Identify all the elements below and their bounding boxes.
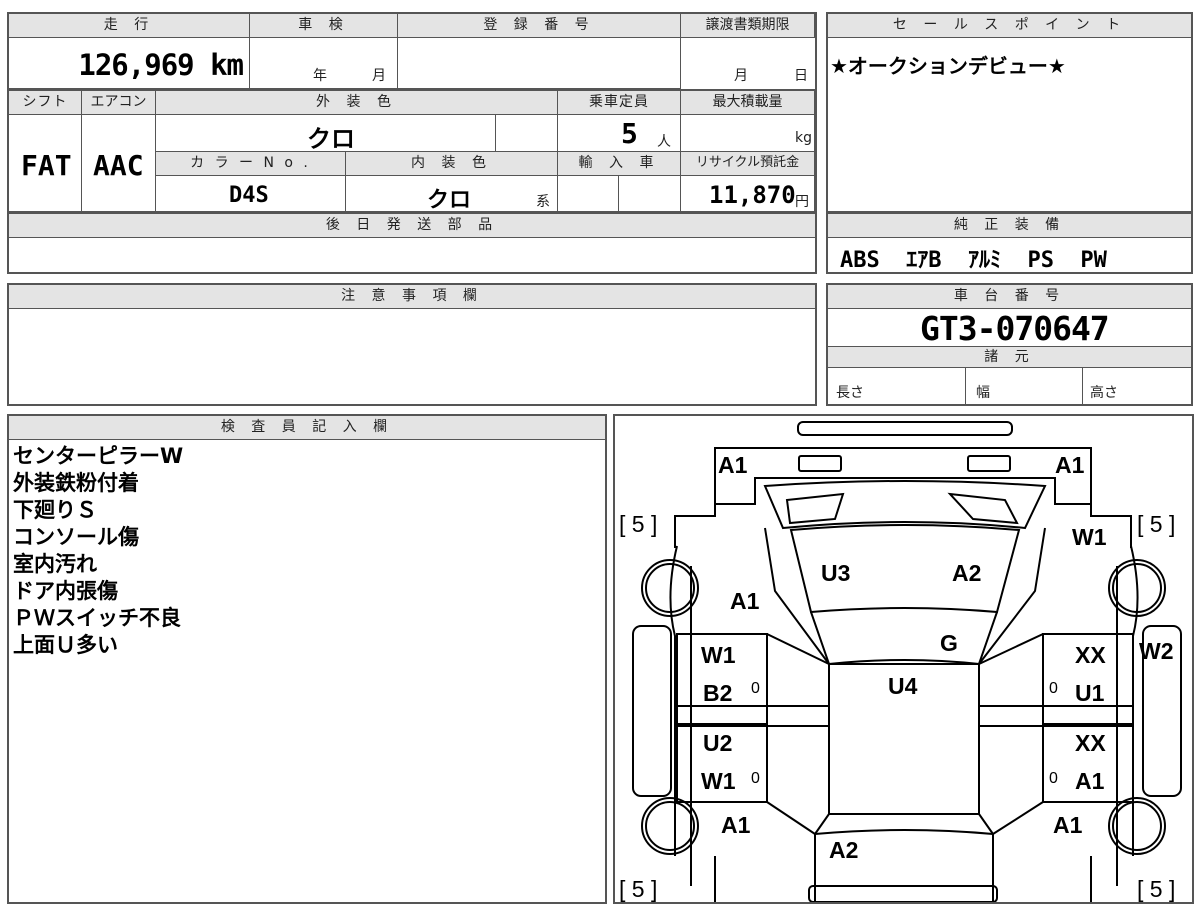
aircon-value: AAC: [93, 149, 144, 182]
aircon-header: エアコン: [82, 91, 156, 115]
mileage-value: 126,969 km: [78, 48, 244, 82]
sales-point-box: セ ー ル ス ポ イ ン ト ★オークションデビュー★: [826, 12, 1193, 213]
vehicle-info-details: シフト エアコン 外 装 色 乗車定員 最大積載量 FAT AAC クロ 5 人…: [7, 89, 817, 214]
damage-mark-left-front-fender: A1: [730, 588, 760, 614]
tire-depth-rear-left: [ 5 ]: [619, 876, 658, 902]
import-cell-a: [558, 176, 619, 212]
later-parts-box: 後 日 発 送 部 品: [7, 212, 817, 274]
inspector-box: 検 査 員 記 入 欄 センターピラーW 外装鉄粉付着 下廻りＳ コンソール傷 …: [7, 414, 607, 904]
color-no-value: D4S: [229, 183, 269, 208]
sales-point-value: ★オークションデビュー★: [830, 54, 1066, 78]
exterior-color-extra-cell: [496, 115, 558, 152]
recycle-unit: 円: [795, 194, 809, 210]
equipment-header: 純 正 装 備: [828, 214, 1191, 238]
deadline-month-unit: 月: [734, 68, 748, 84]
mileage-header: 走 行: [9, 14, 250, 38]
shaken-month-unit: 月: [372, 68, 386, 84]
import-cell-b: [619, 176, 681, 212]
tire-depth-front-right: [ 5 ]: [1137, 511, 1176, 537]
tire-depth-front-left: [ 5 ]: [619, 511, 658, 537]
capacity-unit: 人: [657, 134, 671, 150]
recycle-value: 11,870: [709, 181, 796, 209]
damage-mark-roof: U4: [888, 673, 918, 699]
damage-mark-right-front-door: U1: [1075, 680, 1105, 706]
door-small-mark: 0: [1049, 770, 1058, 787]
spec-width-label: 幅: [976, 385, 990, 401]
damage-mark-left-rear-door: U2: [703, 730, 733, 756]
inspector-note: ＰＷスイッチ不良: [13, 606, 181, 630]
shift-value: FAT: [21, 149, 72, 182]
specs-header: 諸 元: [828, 346, 1191, 368]
inspector-note: 室内汚れ: [13, 552, 97, 576]
capacity-value: 5: [621, 117, 638, 150]
inspector-note: 上面Ｕ多い: [13, 633, 118, 657]
damage-mark-front-left: A1: [718, 452, 748, 478]
shaken-header: 車 検: [250, 14, 398, 38]
inspector-note: 外装鉄粉付着: [13, 471, 139, 495]
damage-mark-left-rear-door: W1: [701, 768, 736, 794]
max-load-unit: kg: [795, 130, 812, 146]
registration-header: 登 録 番 号: [398, 14, 681, 38]
damage-mark-hood-left: U3: [821, 560, 851, 586]
chassis-value: GT3-070647: [920, 309, 1110, 348]
vehicle-info-top: 走 行 車 検 登 録 番 号 譲渡書類期限 126,969 km 年 月 月 …: [7, 12, 817, 91]
interior-color-value: クロ: [427, 188, 472, 213]
damage-mark-right-front-door: XX: [1075, 642, 1106, 668]
damage-mark-right-side: W2: [1139, 638, 1174, 664]
capacity-header: 乗車定員: [558, 91, 681, 115]
equipment-box: 純 正 装 備 ABS ｴｱB ｱﾙﾐ PS PW: [826, 212, 1193, 274]
door-small-mark: 0: [751, 680, 760, 697]
import-header: 輸 入 車: [558, 152, 681, 176]
notes-box: 注 意 事 項 欄: [7, 283, 817, 406]
door-small-mark: 0: [1049, 680, 1058, 697]
transfer-deadline-header: 譲渡書類期限: [681, 14, 815, 38]
damage-mark-rear: A2: [829, 837, 859, 863]
shift-header: シフト: [9, 91, 82, 115]
interior-color-header: 内 装 色: [346, 152, 558, 176]
inspector-header: 検 査 員 記 入 欄: [9, 416, 605, 440]
equipment-value: ABS ｴｱB ｱﾙﾐ PS PW: [840, 248, 1107, 273]
inspector-note: 下廻りＳ: [13, 498, 97, 522]
damage-mark-hood-right: A2: [952, 560, 982, 586]
damage-mark-right-rear-door: A1: [1075, 768, 1105, 794]
inspector-note: コンソール傷: [13, 525, 139, 549]
registration-cell: [398, 38, 681, 89]
exterior-color-header: 外 装 色: [156, 91, 558, 115]
inspector-note: センターピラーW: [13, 444, 184, 468]
chassis-box: 車 台 番 号 GT3-070647 諸 元 長さ 幅 高さ: [826, 283, 1193, 406]
recycle-header: リサイクル預託金: [681, 152, 815, 176]
spec-height-label: 高さ: [1090, 385, 1118, 401]
damage-mark-right-rear-door: XX: [1075, 730, 1106, 756]
deadline-day-unit: 日: [794, 68, 808, 84]
damage-mark-left-rear-fender: A1: [721, 812, 751, 838]
interior-suffix: 系: [536, 194, 550, 210]
later-parts-header: 後 日 発 送 部 品: [9, 214, 815, 238]
damage-mark-right-rear-fender: A1: [1053, 812, 1083, 838]
chassis-header: 車 台 番 号: [828, 285, 1191, 309]
exterior-color-value: クロ: [307, 125, 355, 153]
damage-mark-windshield: G: [940, 630, 958, 656]
door-small-mark: 0: [751, 770, 760, 787]
sales-point-header: セ ー ル ス ポ イ ン ト: [828, 14, 1191, 38]
shaken-year-unit: 年: [313, 68, 327, 84]
max-load-header: 最大積載量: [681, 91, 815, 115]
damage-mark-left-front-door: W1: [701, 642, 736, 668]
spec-length-label: 長さ: [836, 385, 864, 401]
damage-mark-front-right: A1: [1055, 452, 1085, 478]
inspector-note: ドア内張傷: [13, 579, 118, 603]
color-no-header: カ ラ ー N o .: [156, 152, 346, 176]
car-diagram-box: A1 A1 [ 5 ] [ 5 ] W1 U3 A2 A1 G U4 W1 B2…: [613, 414, 1194, 904]
notes-header: 注 意 事 項 欄: [9, 285, 815, 309]
damage-mark-left-front-door: B2: [703, 680, 733, 706]
damage-mark-right-front-fender: W1: [1072, 524, 1107, 550]
inspector-notes: センターピラーW 外装鉄粉付着 下廻りＳ コンソール傷 室内汚れ ドア内張傷 Ｐ…: [13, 443, 183, 659]
tire-depth-rear-right: [ 5 ]: [1137, 876, 1176, 902]
